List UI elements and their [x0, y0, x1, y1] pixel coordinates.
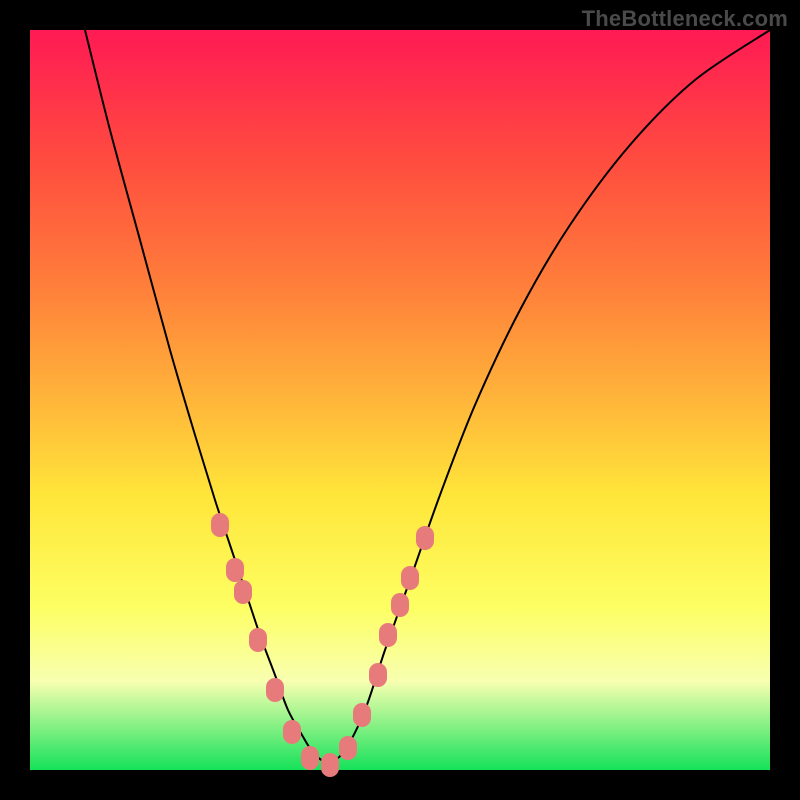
- marker-dot: [401, 566, 419, 590]
- marker-dot: [369, 663, 387, 687]
- marker-dot: [416, 526, 434, 550]
- marker-dot: [391, 593, 409, 617]
- dots-layer: [30, 30, 770, 770]
- outer-frame: TheBottleneck.com: [0, 0, 800, 800]
- marker-dot: [226, 558, 244, 582]
- marker-dot: [301, 746, 319, 770]
- marker-dot: [211, 513, 229, 537]
- marker-dot: [379, 623, 397, 647]
- marker-dot: [283, 720, 301, 744]
- marker-dot: [339, 736, 357, 760]
- marker-dot: [353, 703, 371, 727]
- marker-dot: [249, 628, 267, 652]
- watermark: TheBottleneck.com: [582, 6, 788, 32]
- marker-dot: [266, 678, 284, 702]
- marker-dot: [321, 753, 339, 777]
- marker-dot: [234, 580, 252, 604]
